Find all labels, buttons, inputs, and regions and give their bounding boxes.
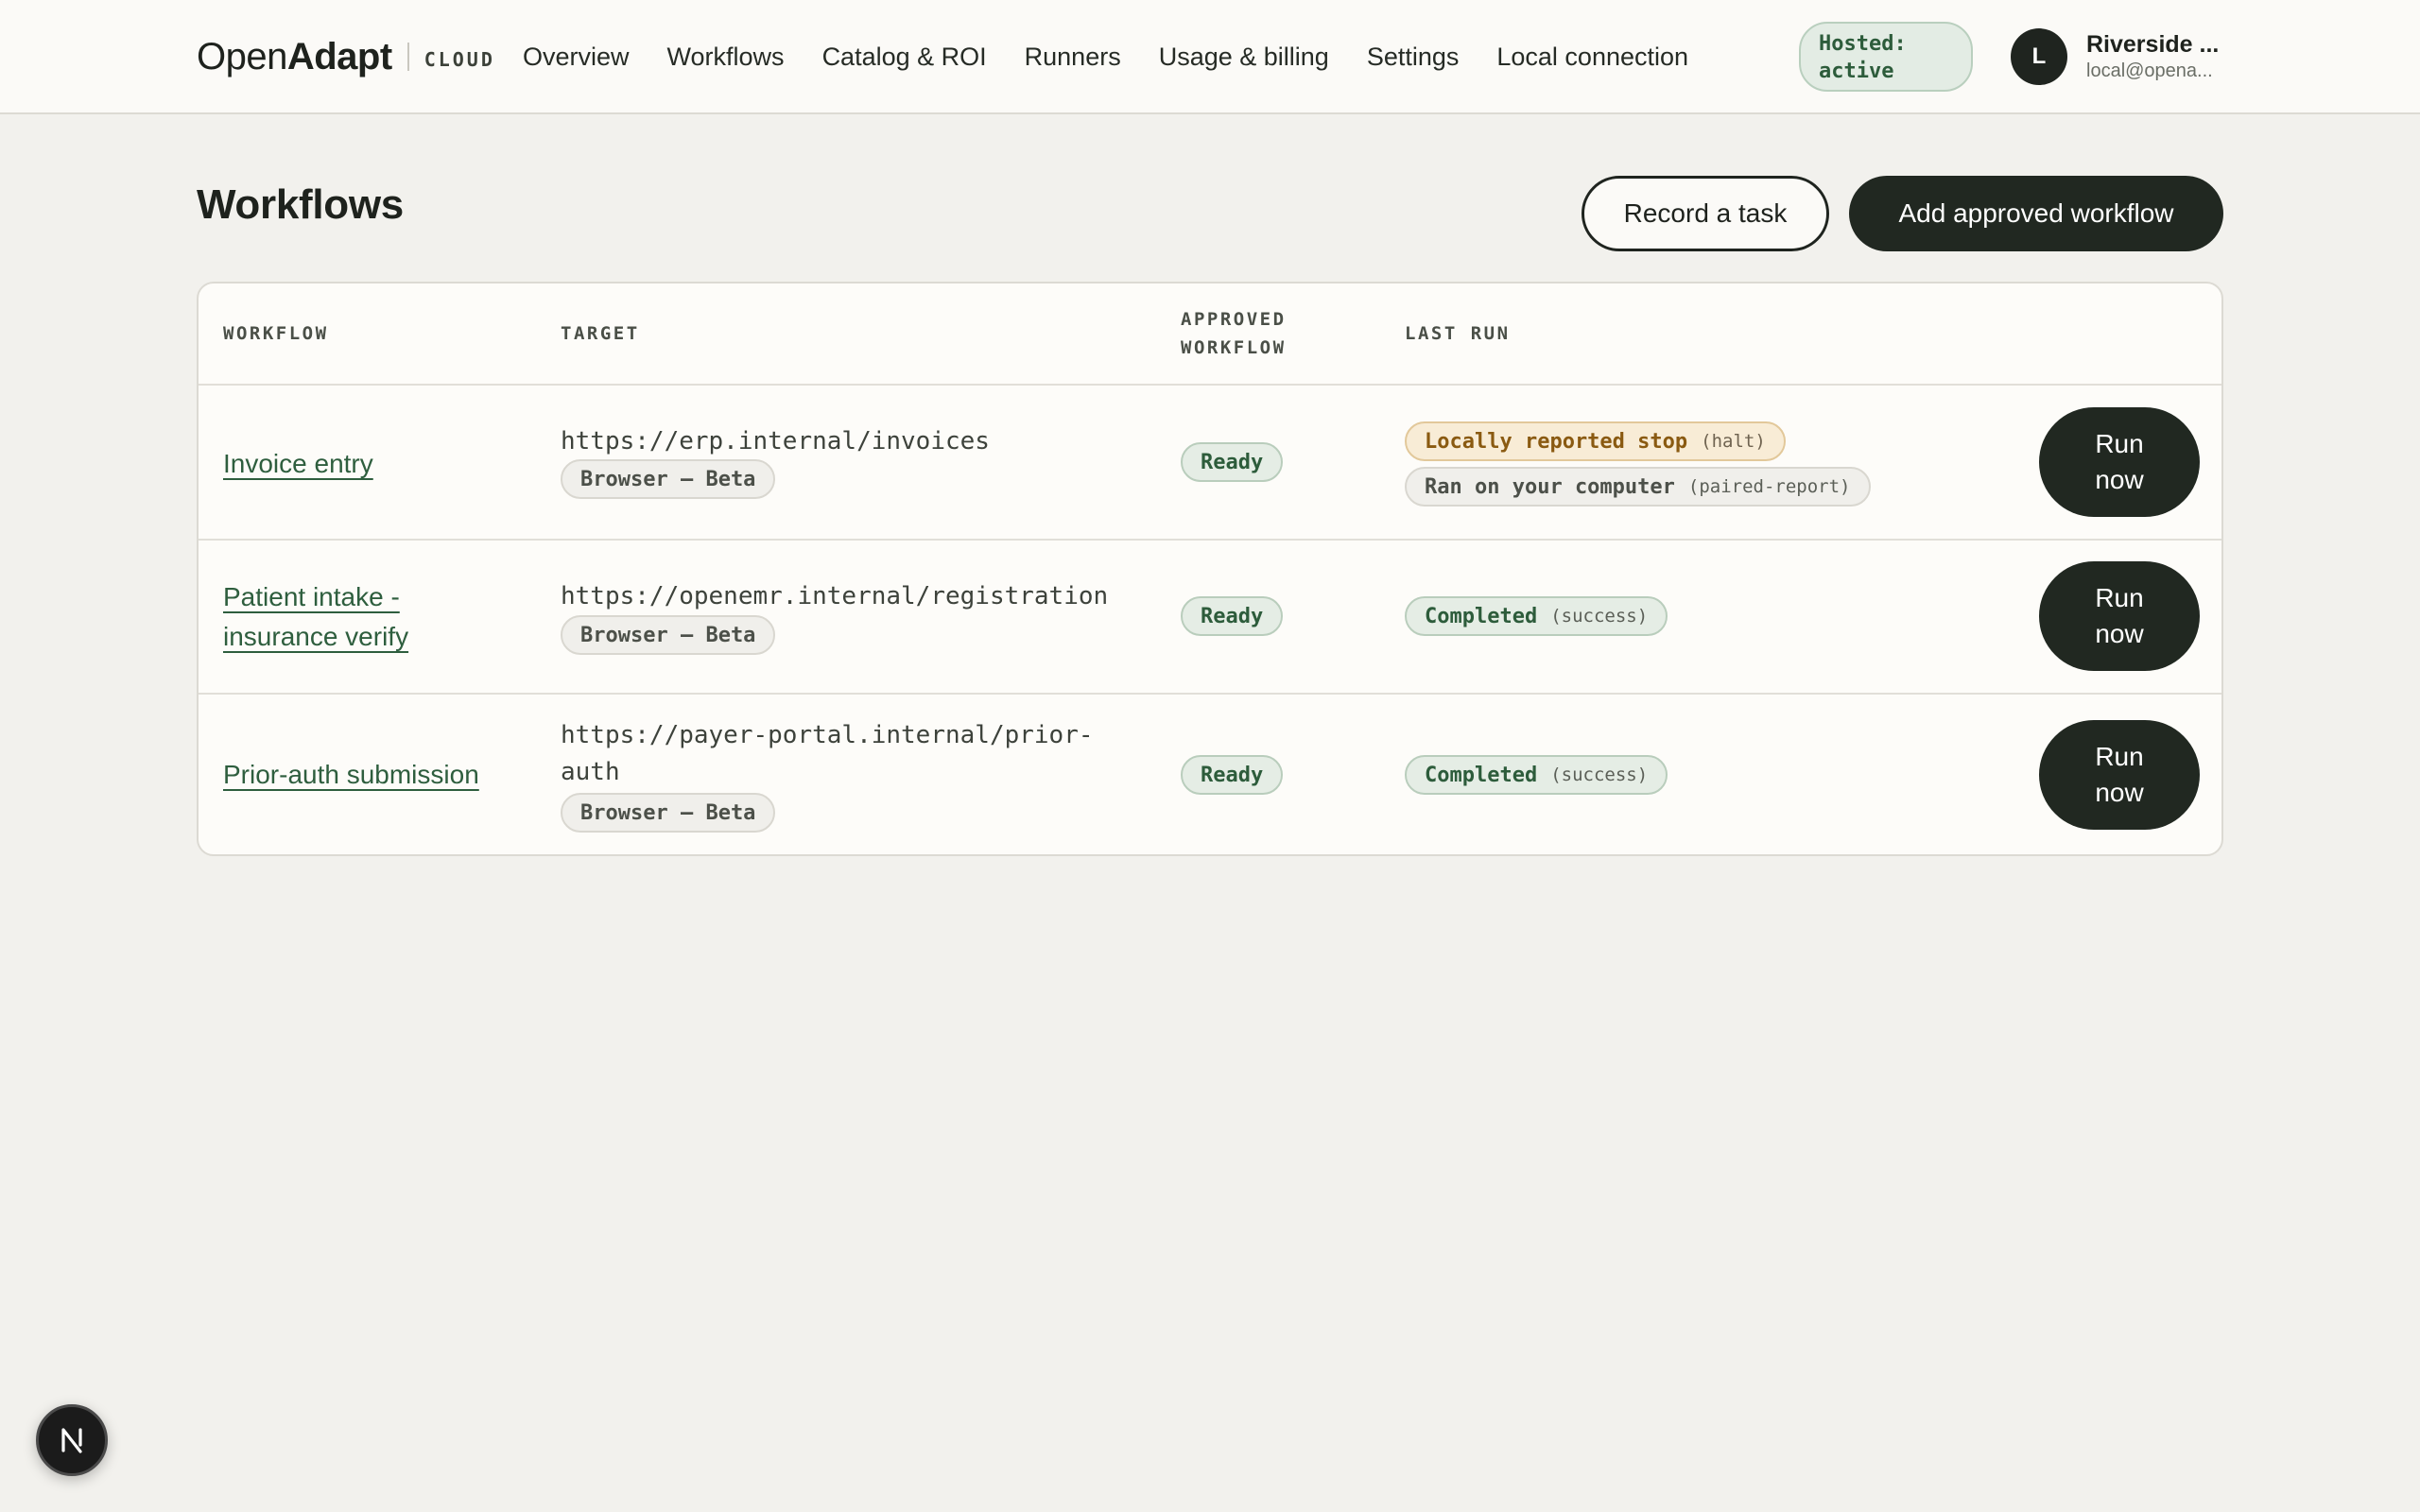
hosted-status-badge: Hosted: active [1799, 22, 1973, 92]
approved-status-badge: Ready [1181, 755, 1284, 795]
last-run-status-detail: (success) [1550, 765, 1649, 785]
brand-logo[interactable]: OpenAdapt CLOUD [197, 28, 495, 85]
page-title: Workflows [197, 181, 404, 228]
workflow-link-patient-intake[interactable]: Patient intake - insurance verify [223, 577, 507, 657]
workflow-link-prior-auth[interactable]: Prior-auth submission [223, 755, 507, 795]
brand-name: OpenAdapt [197, 36, 392, 78]
run-now-button[interactable]: Run now [2039, 561, 2200, 671]
target-url: https://payer-portal.internal/prior-auth [561, 721, 1094, 786]
nav-workflows[interactable]: Workflows [667, 43, 785, 72]
column-header-approved-line2: WORKFLOW [1181, 337, 1287, 358]
last-run-status-label: Locally reported stop [1425, 429, 1688, 454]
last-run-status-detail: (success) [1550, 606, 1649, 627]
nav-runners[interactable]: Runners [1025, 43, 1121, 72]
last-run-location-badge: Ran on your computer (paired-report) [1405, 467, 1871, 507]
last-run-location-detail: (paired-report) [1687, 476, 1851, 497]
top-nav-bar: OpenAdapt CLOUD Overview Workflows Catal… [0, 0, 2420, 114]
column-header-workflow: WORKFLOW [223, 323, 329, 344]
brand-name-adapt: Adapt [286, 35, 392, 77]
run-now-button[interactable]: Run now [2039, 720, 2200, 830]
avatar: L [2011, 28, 2067, 85]
nav-usage-billing[interactable]: Usage & billing [1159, 43, 1329, 72]
brand-cloud-label: CLOUD [424, 48, 495, 71]
nav-overview[interactable]: Overview [523, 43, 630, 72]
row-divider [199, 539, 2221, 541]
add-approved-workflow-button[interactable]: Add approved workflow [1849, 176, 2223, 251]
column-header-target: TARGET [561, 323, 640, 344]
last-run-status-badge: Completed (success) [1405, 755, 1668, 795]
last-run-status-label: Completed [1425, 604, 1538, 628]
column-header-approved-line1: APPROVED [1181, 309, 1287, 330]
row-divider [199, 693, 2221, 695]
account-email: local@opena... [2086, 60, 2213, 81]
header-divider [199, 384, 2221, 386]
last-run-location-label: Ran on your computer [1425, 474, 1675, 499]
brand-divider [406, 43, 409, 71]
last-run-status-detail: (halt) [1701, 431, 1766, 452]
run-now-button[interactable]: Run now [2039, 407, 2200, 517]
brand-name-open: Open [197, 35, 287, 77]
target-url: https://openemr.internal/registration [561, 582, 1109, 610]
target-type-badge: Browser — Beta [561, 793, 776, 833]
approved-status-badge: Ready [1181, 442, 1284, 482]
record-task-button[interactable]: Record a task [1582, 176, 1829, 251]
main-nav: Overview Workflows Catalog & ROI Runners… [523, 28, 1688, 85]
account-name: Riverside ... [2086, 31, 2220, 58]
nav-catalog-roi[interactable]: Catalog & ROI [822, 43, 987, 72]
target-type-badge: Browser — Beta [561, 459, 776, 499]
account-info: Riverside ... local@opena... [2086, 31, 2228, 82]
nav-settings[interactable]: Settings [1367, 43, 1460, 72]
nextjs-logo-icon[interactable] [36, 1404, 108, 1476]
nav-local-connection[interactable]: Local connection [1496, 43, 1688, 72]
approved-status-badge: Ready [1181, 596, 1284, 636]
n-logo-glyph [61, 1428, 82, 1453]
target-type-badge: Browser — Beta [561, 615, 776, 655]
column-header-last-run: LAST RUN [1405, 323, 1511, 344]
column-header-approved-workflow: APPROVED WORKFLOW [1181, 305, 1287, 362]
last-run-status-badge: Locally reported stop (halt) [1405, 421, 1786, 461]
last-run-status-badge: Completed (success) [1405, 596, 1668, 636]
workflows-table: WORKFLOW TARGET APPROVED WORKFLOW LAST R… [197, 282, 2223, 856]
account-menu[interactable]: L Riverside ... local@opena... [2011, 26, 2228, 87]
target-url: https://erp.internal/invoices [561, 427, 990, 455]
last-run-status-label: Completed [1425, 763, 1538, 787]
workflow-link-invoice-entry[interactable]: Invoice entry [223, 444, 507, 484]
